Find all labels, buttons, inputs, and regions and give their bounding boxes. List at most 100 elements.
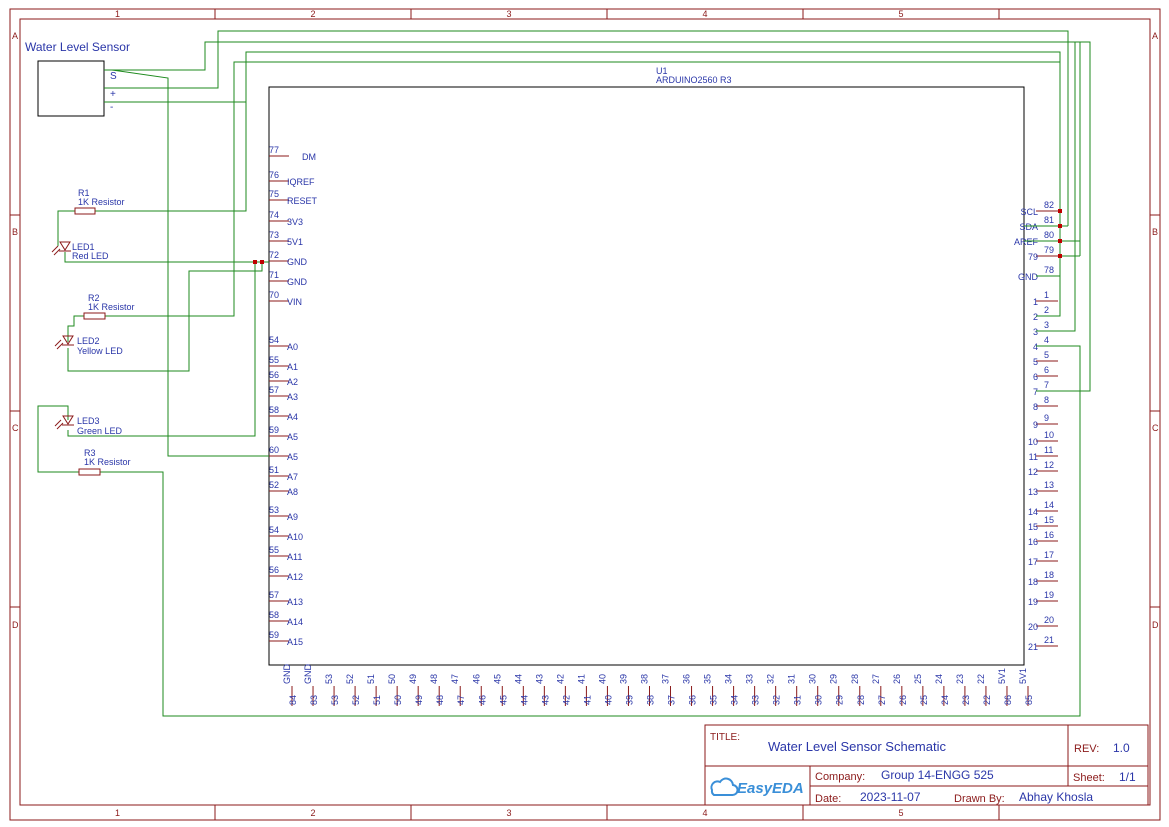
pin-number: 40 xyxy=(603,695,613,705)
sheet-value: 1/1 xyxy=(1119,770,1136,784)
led1: LED1 Red LED xyxy=(51,241,109,261)
pin-name: 46 xyxy=(471,674,481,684)
pin-number: 25 xyxy=(919,695,929,705)
pin-number: 38 xyxy=(645,695,655,705)
pin-number: 31 xyxy=(793,695,803,705)
pin-number: 78 xyxy=(1044,265,1054,275)
pin-name: VIN xyxy=(287,297,302,307)
pin-number: 10 xyxy=(1044,430,1054,440)
pin-number: 13 xyxy=(1044,480,1054,490)
company-label: Company: xyxy=(815,771,865,783)
pin-number: 27 xyxy=(877,695,887,705)
pin-number: 15 xyxy=(1044,515,1054,525)
pin-name: A7 xyxy=(287,472,298,482)
wires xyxy=(37,30,1091,717)
pin-name: 45 xyxy=(492,674,502,684)
junction xyxy=(1058,239,1062,243)
pin-number: 8 xyxy=(1044,395,1049,405)
pin-name: 32 xyxy=(766,674,776,684)
u1-left-pins: 77 DM 76 IQREF 75 RESET 74 3V3 73 5V1 72 GND 71 GND 70… xyxy=(269,145,318,647)
sensor-body xyxy=(37,60,105,117)
zone-row-label: B xyxy=(1152,227,1158,237)
wire-sensor-s xyxy=(104,41,1081,256)
zone-column-label: 4 xyxy=(702,9,707,19)
pin-name: GND xyxy=(303,664,313,685)
zone-column-label: 1 xyxy=(115,9,120,19)
resistor-r1: R1 1K Resistor xyxy=(74,188,125,215)
pin-number: 72 xyxy=(269,250,279,260)
pin-number: 54 xyxy=(269,525,279,535)
pin-number: 47 xyxy=(456,695,466,705)
pin-number: 39 xyxy=(624,695,634,705)
pin-number: 55 xyxy=(269,545,279,555)
pin-name: 22 xyxy=(976,674,986,684)
r2-value: 1K Resistor xyxy=(88,302,135,312)
resistor-body xyxy=(74,207,96,215)
pin-number: 58 xyxy=(269,405,279,415)
pin-number: 80 xyxy=(1044,230,1054,240)
pin-number: 37 xyxy=(667,695,677,705)
pin-name: DM xyxy=(302,152,316,162)
junction xyxy=(1058,254,1062,258)
resistor-body xyxy=(83,312,106,320)
zone-row-label: D xyxy=(1152,620,1159,630)
pin-number: 36 xyxy=(688,695,698,705)
led3-ref: LED3 xyxy=(77,416,100,426)
pin-name: A12 xyxy=(287,572,303,582)
zone-column-label: 2 xyxy=(310,9,315,19)
pin-name: 4 xyxy=(1033,342,1038,352)
led-ray xyxy=(54,419,62,427)
pin-name: 1 xyxy=(1033,297,1038,307)
pin-name: 15 xyxy=(1028,522,1038,532)
logo-text: EasyEDA xyxy=(737,780,804,797)
pin-number: 50 xyxy=(393,695,403,705)
led3: LED3 Green LED xyxy=(54,415,123,436)
pin-name: 3 xyxy=(1033,327,1038,337)
pin-number: 21 xyxy=(1044,635,1054,645)
pin-number: 41 xyxy=(582,695,592,705)
junction xyxy=(253,260,257,264)
pin-name: 33 xyxy=(745,674,755,684)
pin-name: 21 xyxy=(1028,642,1038,652)
pin-name: 34 xyxy=(724,674,734,684)
pin-number: 23 xyxy=(961,695,971,705)
pin-number: 19 xyxy=(1044,590,1054,600)
sensor-title: Water Level Sensor xyxy=(25,40,130,54)
pin-number: 74 xyxy=(269,210,279,220)
pin-number: 59 xyxy=(269,630,279,640)
pin-name: 37 xyxy=(661,674,671,684)
pin-name: SDA xyxy=(1019,222,1038,232)
pin-number: 20 xyxy=(1044,615,1054,625)
led-ray xyxy=(51,245,59,253)
schematic-canvas: 1122334455A AB BC CD D Water Level Sensor S … xyxy=(9,8,1161,821)
wire-pin2-r2 xyxy=(105,61,1061,317)
pin-name: 28 xyxy=(850,674,860,684)
pin-number: 77 xyxy=(269,145,279,155)
company-value: Group 14-ENGG 525 xyxy=(881,768,994,782)
led-ray xyxy=(56,422,64,430)
pin-name: 38 xyxy=(639,674,649,684)
u1-body xyxy=(268,86,1025,666)
pin-number: 44 xyxy=(519,695,529,705)
pin-number: 22 xyxy=(982,695,992,705)
wire-sensor-plus xyxy=(104,30,1069,226)
pin-name: 17 xyxy=(1028,557,1038,567)
pin-name: A11 xyxy=(287,552,302,562)
pin-number: 71 xyxy=(269,270,279,280)
pin-number: 28 xyxy=(856,695,866,705)
led-ray xyxy=(54,339,62,347)
pin-name: 10 xyxy=(1028,437,1038,447)
pin-number: 75 xyxy=(269,189,279,199)
pin-name: 31 xyxy=(787,674,797,684)
zone-row-label: D xyxy=(12,620,19,630)
water-level-sensor: Water Level Sensor S + - xyxy=(25,40,130,117)
r3-value: 1K Resistor xyxy=(84,457,131,467)
pin-number: 11 xyxy=(1044,445,1053,455)
led-triangle xyxy=(59,241,71,251)
pin-number: 53 xyxy=(269,505,279,515)
wire-sensor-a5 xyxy=(111,69,269,457)
pin-name: 43 xyxy=(534,674,544,684)
pin-name: 27 xyxy=(871,674,881,684)
led2-ref: LED2 xyxy=(77,336,100,346)
pin-name: 16 xyxy=(1028,537,1038,547)
